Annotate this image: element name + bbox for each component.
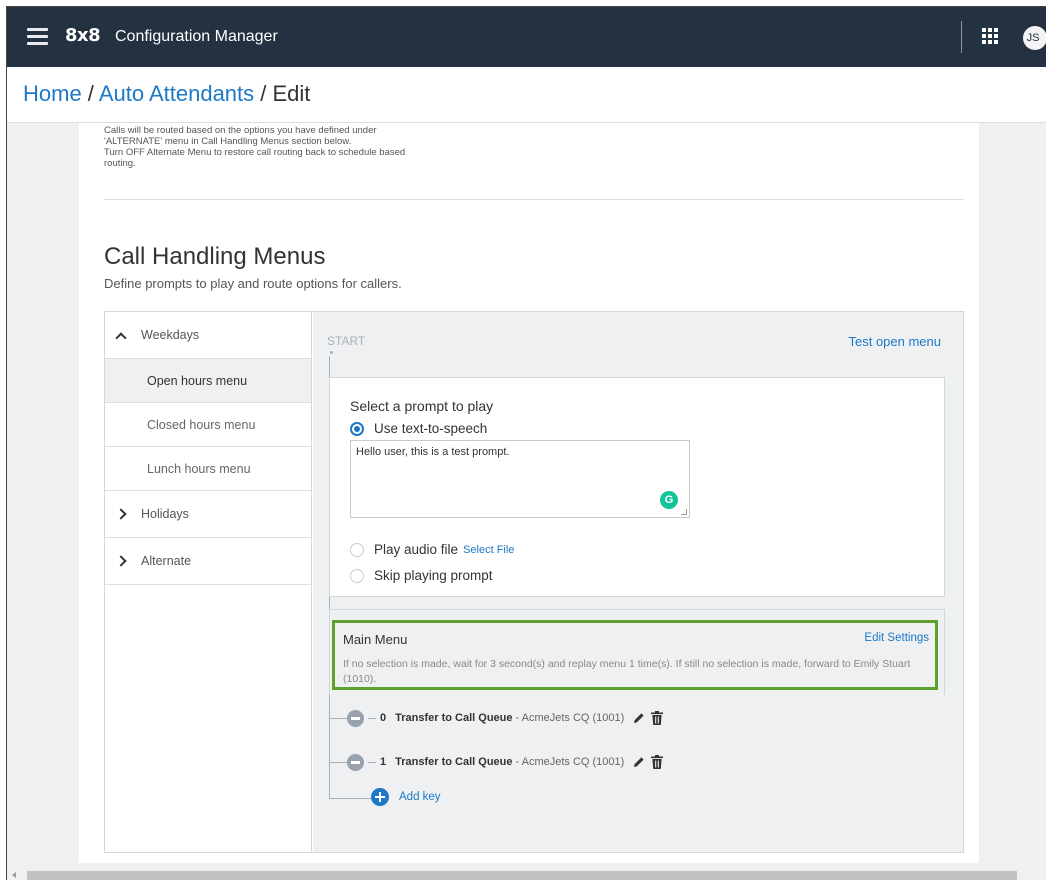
main-menu-highlight: Main Menu Edit Settings If no selection …	[332, 620, 938, 690]
key-target: - AcmeJets CQ (1001)	[515, 756, 625, 768]
sidebar-group-alternate[interactable]: Alternate	[105, 538, 311, 585]
key-target: - AcmeJets CQ (1001)	[515, 712, 625, 724]
alternate-note-line: 'ALTERNATE' menu in Call Handling Menus …	[104, 136, 352, 147]
call-handling-panel: Weekdays Open hours menu Closed hours me…	[104, 311, 964, 853]
alternate-note-line: routing.	[104, 158, 136, 169]
sidebar-group-label: Weekdays	[141, 328, 200, 342]
option-text-to-speech[interactable]: Use text-to-speech	[350, 421, 487, 436]
radio-text-to-speech[interactable]	[350, 421, 364, 436]
tts-text-input[interactable]: Hello user, this is a test prompt. G	[350, 440, 690, 518]
sidebar-group-holidays[interactable]: Holidays	[105, 491, 311, 538]
sidebar-group-label: Alternate	[141, 554, 192, 568]
flow-connector	[368, 717, 376, 719]
flow-connector	[329, 761, 347, 763]
pencil-icon[interactable]	[633, 756, 645, 768]
content-card: Calls will be routed based on the option…	[79, 123, 979, 863]
key-action: Transfer to Call Queue	[395, 712, 513, 724]
breadcrumb-auto-attendants[interactable]: Auto Attendants	[99, 81, 254, 106]
chevron-right-icon	[115, 508, 127, 520]
minus-circle-icon[interactable]	[347, 753, 364, 771]
sidebar-item-closed-hours[interactable]: Closed hours menu	[105, 403, 311, 447]
brand-logo: 8x8	[65, 25, 101, 46]
apps-grid-icon[interactable]	[982, 28, 998, 44]
option-label: Skip playing prompt	[374, 568, 493, 583]
flow-connector	[329, 717, 347, 719]
section-subtitle: Define prompts to play and route options…	[104, 276, 402, 291]
grammarly-icon[interactable]: G	[660, 491, 678, 509]
plus-circle-icon	[371, 788, 389, 806]
breadcrumb-current: Edit	[272, 81, 311, 106]
add-key-label: Add key	[399, 791, 441, 803]
sidebar-group-weekdays[interactable]: Weekdays	[105, 312, 311, 359]
option-play-audio[interactable]: Play audio file Select File	[350, 542, 514, 557]
chevron-up-icon	[115, 331, 127, 344]
key-number: 0	[380, 712, 387, 724]
breadcrumb: Home / Auto Attendants / Edit	[23, 81, 310, 107]
section-title: Call Handling Menus	[104, 243, 326, 270]
radio-skip-prompt[interactable]	[350, 568, 364, 583]
sidebar-item-open-hours[interactable]: Open hours menu	[105, 359, 311, 403]
scroll-left-icon[interactable]	[12, 872, 16, 878]
tts-text-value: Hello user, this is a test prompt.	[356, 446, 510, 458]
pencil-icon[interactable]	[633, 712, 645, 724]
hamburger-icon[interactable]	[27, 28, 48, 45]
breadcrumb-separator: /	[254, 81, 273, 106]
topbar-divider	[961, 21, 962, 53]
trash-icon[interactable]	[651, 755, 664, 769]
key-action: Transfer to Call Queue	[395, 756, 513, 768]
option-label: Play audio file	[374, 542, 459, 557]
app-title: Configuration Manager	[115, 28, 278, 45]
select-file-link[interactable]: Select File	[463, 544, 514, 556]
alternate-menu-note: Calls will be routed based on the option…	[104, 125, 454, 169]
top-bar: 8x8 Configuration Manager JS	[7, 7, 1046, 67]
horizontal-scrollbar[interactable]	[7, 869, 1046, 880]
scrollbar-thumb[interactable]	[27, 871, 1017, 880]
key-number: 1	[380, 756, 387, 768]
main-menu-title: Main Menu	[343, 632, 408, 647]
test-open-menu-link[interactable]: Test open menu	[848, 334, 941, 349]
prompt-title: Select a prompt to play	[350, 398, 494, 414]
alternate-note-line: Turn OFF Alternate Menu to restore call …	[104, 147, 406, 158]
main-menu-box: Main Menu Edit Settings If no selection …	[329, 609, 945, 695]
add-key-button[interactable]: Add key	[371, 788, 441, 806]
alternate-note-line: Calls will be routed based on the option…	[104, 125, 377, 136]
sidebar-item-lunch-hours[interactable]: Lunch hours menu	[105, 447, 311, 491]
section-divider	[104, 199, 964, 200]
prompt-settings: Select a prompt to play Use text-to-spee…	[329, 377, 945, 597]
start-dot	[330, 351, 333, 354]
chevron-right-icon	[115, 555, 127, 567]
edit-settings-link[interactable]: Edit Settings	[864, 632, 929, 644]
breadcrumb-home[interactable]: Home	[23, 81, 82, 106]
resize-handle-icon[interactable]	[681, 509, 687, 515]
breadcrumb-separator: /	[81, 81, 99, 106]
flow-connector	[368, 761, 376, 763]
minus-circle-icon[interactable]	[347, 709, 364, 727]
option-label: Use text-to-speech	[374, 421, 488, 436]
menu-sidebar: Weekdays Open hours menu Closed hours me…	[105, 312, 312, 852]
key-row: 0 Transfer to Call Queue - AcmeJets CQ (…	[329, 708, 664, 728]
main-menu-description: If no selection is made, wait for 3 seco…	[343, 658, 911, 685]
option-skip-prompt[interactable]: Skip playing prompt	[350, 568, 493, 583]
flow-connector	[329, 798, 371, 799]
key-row: 1 Transfer to Call Queue - AcmeJets CQ (…	[329, 752, 664, 772]
app-window: 8x8 Configuration Manager JS Home / Auto…	[6, 6, 1046, 880]
start-label: START	[327, 334, 366, 348]
avatar[interactable]: JS	[1023, 26, 1046, 50]
sidebar-group-label: Holidays	[141, 507, 189, 521]
breadcrumb-bar: Home / Auto Attendants / Edit	[7, 67, 1046, 123]
menu-flow: START Test open menu Select a prompt to …	[313, 312, 963, 852]
radio-play-audio[interactable]	[350, 542, 364, 557]
trash-icon[interactable]	[651, 711, 664, 725]
